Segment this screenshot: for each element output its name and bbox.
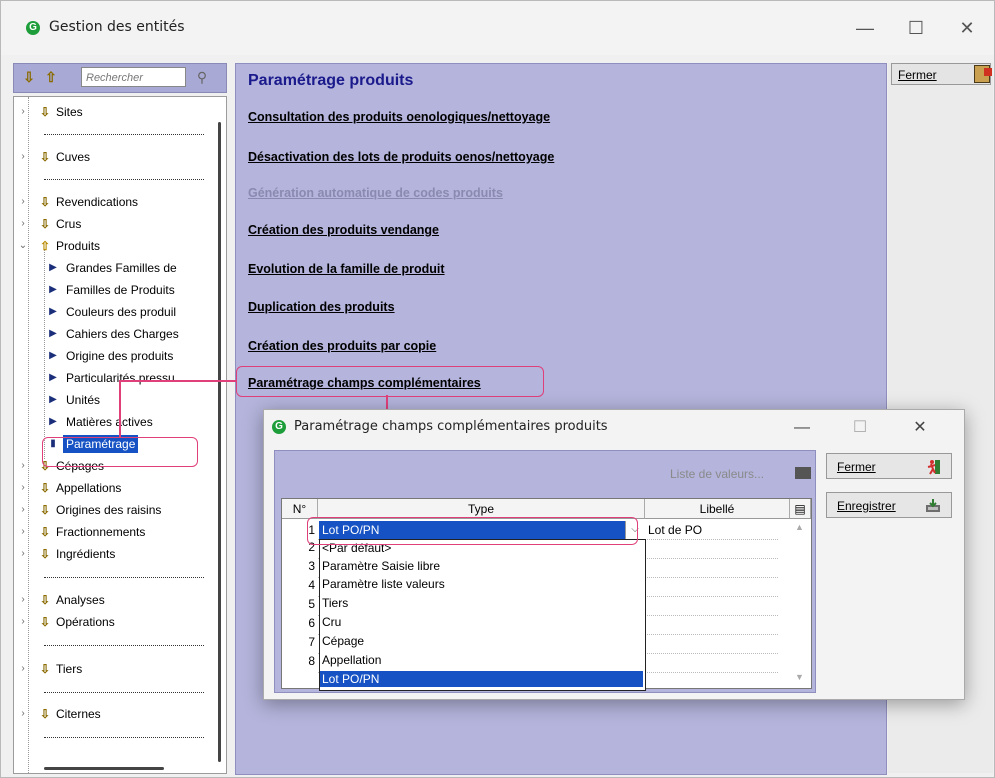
scroll-up-icon[interactable]: ▲: [795, 522, 804, 532]
dialog-close-button[interactable]: Fermer: [826, 453, 952, 479]
save-icon: [926, 499, 940, 512]
move-down-icon[interactable]: ⇩: [22, 69, 36, 85]
link-evolution[interactable]: Evolution de la famille de produit: [248, 262, 445, 276]
title-bar: G Gestion des entités — ☐ ✕: [1, 1, 994, 55]
tree-horizontal-scrollbar[interactable]: [44, 767, 164, 770]
window-title: Gestion des entités: [49, 19, 185, 35]
exit-runner-icon: [927, 460, 940, 475]
tree-toolbar: ⇩ ⇧ Rechercher ⚲: [13, 63, 227, 93]
row-number: 7: [308, 635, 315, 649]
column-header-label[interactable]: Libellé: [645, 499, 790, 519]
close-window-icon[interactable]: ✕: [945, 13, 989, 43]
highlight-link-parametrage: [236, 366, 544, 397]
dialog-close-icon[interactable]: ✕: [900, 414, 940, 442]
dropdown-option[interactable]: Paramètre Saisie libre: [320, 558, 643, 574]
link-consultation[interactable]: Consultation des produits oenologiques/n…: [248, 110, 550, 124]
row-number: 5: [308, 597, 315, 611]
dialog-content-panel: Liste de valeurs... N° Type Libellé ▤ 1 …: [274, 450, 816, 693]
link-creation-copie[interactable]: Création des produits par copie: [248, 339, 436, 353]
page-title: Paramétrage produits: [248, 72, 414, 89]
row-number: 8: [308, 654, 315, 668]
label-cell[interactable]: Lot de PO: [648, 521, 702, 539]
grid-list-icon: [795, 467, 811, 479]
dialog-title: Paramétrage champs complémentaires produ…: [294, 419, 608, 434]
tree-vertical-scrollbar[interactable]: [218, 122, 221, 762]
row-number: 3: [308, 559, 315, 573]
link-desactivation[interactable]: Désactivation des lots de produits oenos…: [248, 150, 554, 164]
app-logo-icon: G: [26, 21, 40, 35]
move-up-icon[interactable]: ⇧: [44, 69, 58, 85]
dropdown-option[interactable]: Appellation: [320, 652, 643, 668]
link-generation: Génération automatique de codes produits: [248, 186, 503, 200]
dropdown-option[interactable]: Cru: [320, 614, 643, 630]
highlight-type-combobox: [307, 517, 638, 545]
row-number: 4: [308, 578, 315, 592]
dialog-minimize-icon[interactable]: —: [782, 414, 822, 442]
grid-scrollbar[interactable]: ▲ ▼: [790, 520, 810, 688]
exit-arrow-icon: [984, 68, 992, 76]
column-settings-icon[interactable]: ▤: [790, 499, 811, 519]
search-icon[interactable]: ⚲: [192, 67, 212, 87]
row-number: 6: [308, 616, 315, 630]
dropdown-option[interactable]: Tiers: [320, 595, 643, 611]
scroll-down-icon[interactable]: ▼: [795, 672, 804, 682]
column-header-num: N°: [282, 499, 318, 519]
dropdown-option[interactable]: Cépage: [320, 633, 643, 649]
link-duplication[interactable]: Duplication des produits: [248, 300, 395, 314]
dialog-maximize-icon: ☐: [852, 419, 868, 436]
dropdown-option-selected[interactable]: Lot PO/PN: [320, 671, 643, 687]
column-header-type[interactable]: Type: [318, 499, 645, 519]
connector-line: [119, 380, 121, 437]
minimize-icon[interactable]: —: [843, 13, 887, 43]
link-creation-vendange[interactable]: Création des produits vendange: [248, 223, 439, 237]
dropdown-option[interactable]: Paramètre liste valeurs: [320, 576, 643, 592]
maximize-icon[interactable]: ☐: [894, 13, 938, 43]
highlight-tree-parametrage: [42, 437, 198, 467]
dialog-save-button[interactable]: Enregistrer: [826, 492, 952, 518]
type-dropdown-list: <Par défaut> Paramètre Saisie libre Para…: [319, 539, 646, 691]
search-input[interactable]: Rechercher: [81, 67, 186, 87]
connector-line: [119, 380, 236, 382]
dialog-app-icon: G: [272, 420, 286, 434]
list-values-button: Liste de valeurs...: [670, 467, 765, 481]
parametrage-dialog: G Paramétrage champs complémentaires pro…: [263, 409, 965, 700]
